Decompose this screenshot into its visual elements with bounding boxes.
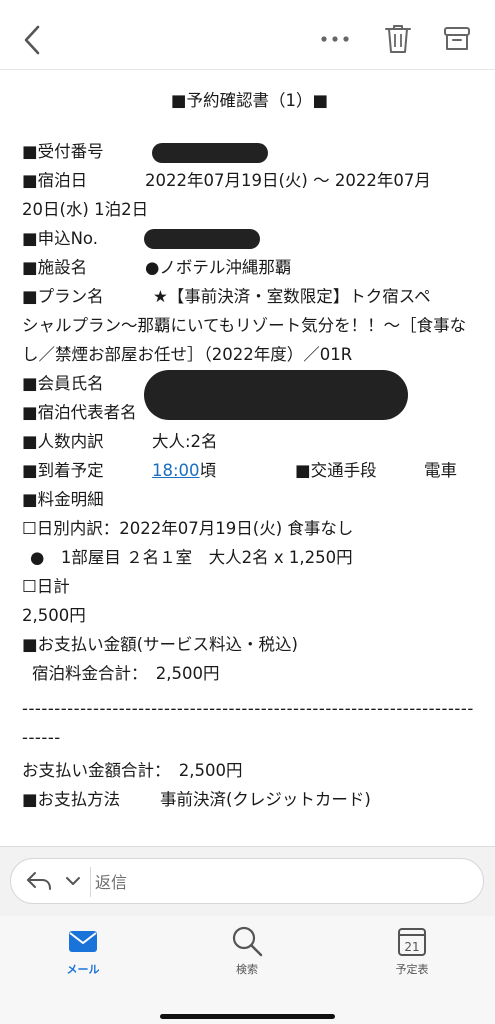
more-icon bbox=[321, 36, 349, 42]
stay-date-value: 2022年07月19日(火) 〜 2022年07月 bbox=[145, 171, 431, 190]
home-indicator bbox=[160, 1014, 335, 1019]
fee-details-label: ■料金明細 bbox=[22, 490, 104, 509]
reply-box[interactable] bbox=[10, 858, 484, 904]
room-detail: ● 1部屋目 ２名１室 大人2名 x 1,250円 bbox=[30, 548, 353, 567]
top-toolbar bbox=[0, 0, 495, 70]
arrival-value: 18:00頃 bbox=[152, 456, 216, 485]
tab-mail-label: メール bbox=[66, 963, 100, 976]
plan-value: ★【事前決済・室数限定】トク宿スペ bbox=[153, 287, 431, 306]
reception-number-label: ■受付番号 bbox=[22, 142, 104, 161]
calendar-day-number: 21 bbox=[404, 940, 419, 954]
facility-row: ■施設名 ●ノボテル沖縄那覇 bbox=[22, 253, 477, 282]
toolbar-divider bbox=[0, 69, 495, 70]
transport-value: 電車 bbox=[424, 461, 457, 480]
reply-icon[interactable] bbox=[25, 870, 53, 892]
reply-separator bbox=[90, 867, 91, 897]
facility-value: ●ノボテル沖縄那覇 bbox=[145, 258, 292, 277]
tab-mail[interactable]: メール bbox=[38, 924, 128, 994]
mail-icon bbox=[69, 931, 97, 952]
redacted-reception-number bbox=[152, 143, 268, 163]
tab-bar: メール 検索 21 予定表 bbox=[0, 916, 495, 1024]
email-title: ■予約確認書（1）■ bbox=[170, 91, 329, 110]
email-body: ■予約確認書（1）■ ■受付番号 ■宿泊日 2022年07月19日(火) 〜 2… bbox=[22, 84, 477, 869]
redacted-application-number bbox=[144, 229, 260, 249]
email-reader-screen: ■予約確認書（1）■ ■受付番号 ■宿泊日 2022年07月19日(火) 〜 2… bbox=[0, 0, 495, 1024]
chevron-left-icon bbox=[24, 25, 40, 55]
payment-total: お支払い金額合計： 2,500円 bbox=[22, 761, 243, 780]
arrival-row: ■到着予定 18:00頃 ■交通手段 電車 bbox=[22, 456, 477, 485]
tab-search[interactable]: 検索 bbox=[202, 924, 292, 994]
payment-method-value: 事前決済(クレジットカード) bbox=[160, 790, 371, 809]
tab-calendar-label: 予定表 bbox=[395, 963, 429, 976]
reply-bar bbox=[0, 846, 495, 916]
search-icon bbox=[232, 926, 263, 957]
separator-line: ----------------------------------------… bbox=[22, 699, 474, 747]
plan-row: ■プラン名 ★【事前決済・室数限定】トク宿スペ bbox=[22, 282, 477, 311]
representative-label: ■宿泊代表者名 bbox=[22, 403, 137, 422]
trash-icon bbox=[385, 25, 411, 53]
chevron-down-icon[interactable] bbox=[65, 874, 81, 888]
application-number-row: ■申込No. bbox=[22, 224, 477, 253]
archive-icon bbox=[444, 27, 470, 50]
payment-amount-label: ■お支払い金額(サービス料込・税込) bbox=[22, 635, 298, 654]
payment-method-label: ■お支払方法 bbox=[22, 790, 121, 809]
more-button[interactable] bbox=[318, 28, 352, 50]
reply-divider bbox=[0, 846, 495, 847]
redacted-guest-name bbox=[144, 370, 408, 420]
stay-date-continued: 20日(水) 1泊2日 bbox=[22, 200, 149, 219]
arrival-time-link[interactable]: 18:00 bbox=[152, 461, 200, 480]
reply-input[interactable] bbox=[93, 866, 477, 898]
tab-calendar[interactable]: 21 予定表 bbox=[367, 924, 457, 994]
stay-date-row: ■宿泊日 2022年07月19日(火) 〜 2022年07月 bbox=[22, 166, 477, 195]
archive-button[interactable] bbox=[442, 24, 472, 54]
plan-value-continued: シャルプラン〜那覇にいてもリゾート気分を！！〜［食事なし／禁煙お部屋お任せ］（2… bbox=[22, 316, 467, 364]
application-number-label: ■申込No. bbox=[22, 229, 98, 248]
tab-search-label: 検索 bbox=[236, 963, 258, 976]
guests-row: ■人数内訳 大人:2名 bbox=[22, 427, 477, 456]
guests-label: ■人数内訳 bbox=[22, 432, 104, 451]
guests-value: 大人:2名 bbox=[152, 432, 218, 451]
plan-label: ■プラン名 bbox=[22, 287, 104, 306]
delete-button[interactable] bbox=[382, 22, 414, 56]
payment-method-row: ■お支払方法 事前決済(クレジットカード) bbox=[22, 785, 477, 814]
reception-number-row: ■受付番号 bbox=[22, 137, 477, 166]
representative-row: ■宿泊代表者名 bbox=[22, 370, 477, 427]
transport-label: ■交通手段 bbox=[295, 461, 377, 480]
facility-label: ■施設名 bbox=[22, 258, 88, 277]
lodging-total: 宿泊料金合計： 2,500円 bbox=[32, 664, 220, 683]
daily-breakdown: ☐日別内訳：2022年07月19日(火) 食事なし bbox=[22, 519, 354, 538]
member-name-label: ■会員氏名 bbox=[22, 374, 104, 393]
daily-total-label: ☐日計 bbox=[22, 577, 70, 596]
daily-total-value: 2,500円 bbox=[22, 606, 86, 625]
calendar-icon: 21 bbox=[398, 928, 426, 956]
arrival-label: ■到着予定 bbox=[22, 461, 104, 480]
arrival-suffix: 頃 bbox=[199, 461, 217, 480]
back-button[interactable] bbox=[18, 22, 50, 58]
stay-date-label: ■宿泊日 bbox=[22, 171, 88, 190]
